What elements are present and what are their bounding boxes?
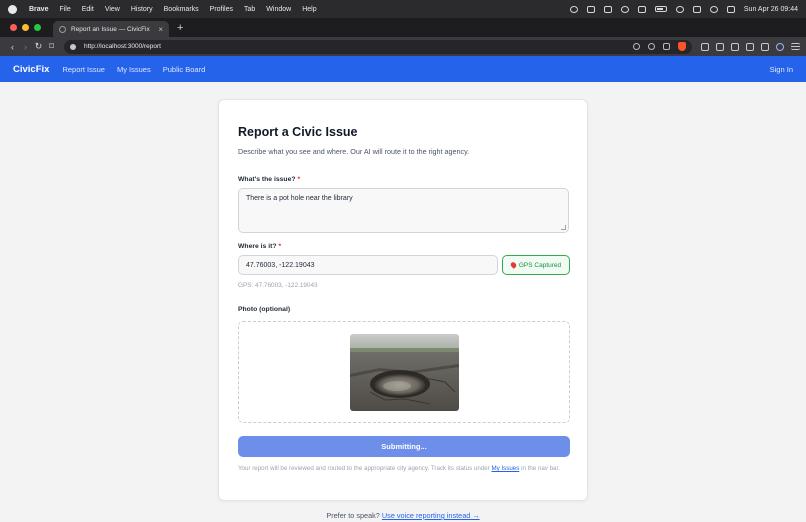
- site-info-icon[interactable]: [70, 43, 76, 50]
- wallet-icon[interactable]: [731, 42, 739, 51]
- sidebar-icon[interactable]: [761, 42, 769, 51]
- menu-bookmarks[interactable]: Bookmarks: [164, 6, 199, 13]
- search-icon[interactable]: [709, 5, 718, 13]
- required-mark: *: [278, 243, 282, 250]
- address-bar[interactable]: http://localhost:3000/report: [64, 39, 692, 54]
- menu-view[interactable]: View: [105, 6, 120, 13]
- brave-shield-icon[interactable]: [678, 42, 686, 51]
- minimize-window-button[interactable]: [22, 24, 29, 31]
- location-input-value: 47.76003, -122.19043: [246, 261, 315, 269]
- status-icons: Sun Apr 26 09:44: [569, 5, 798, 13]
- menu-history[interactable]: History: [131, 6, 153, 13]
- brand-logo[interactable]: CivicFix: [13, 64, 49, 75]
- pothole-photo-image: [350, 334, 459, 411]
- url-text[interactable]: http://localhost:3000/report: [84, 43, 625, 50]
- app-nav-bar: CivicFix Report Issue My Issues Public B…: [0, 56, 806, 82]
- battery-icon[interactable]: [654, 6, 667, 12]
- tab-title: Report an Issue — CivicFix: [71, 25, 150, 33]
- menu-clock[interactable]: Sun Apr 26 09:44: [744, 6, 798, 13]
- issue-textarea[interactable]: There is a pot hole near the library: [238, 188, 569, 233]
- control-center-icon[interactable]: [726, 5, 735, 13]
- sign-in-link[interactable]: Sign In: [770, 65, 793, 74]
- location-label: Where is it? *: [238, 243, 281, 250]
- voice-prompt: Prefer to speak?: [326, 511, 380, 520]
- nav-public-board[interactable]: Public Board: [163, 65, 206, 74]
- toolbar-icons: [701, 42, 800, 51]
- footnote-text-after: in the nav bar.: [519, 465, 560, 472]
- browser-tab-active[interactable]: Report an Issue — CivicFix ×: [53, 21, 169, 37]
- leo-icon[interactable]: [776, 42, 784, 51]
- voice-reporting-row: Prefer to speak? Use voice reporting ins…: [0, 511, 806, 520]
- creative-cloud-icon[interactable]: [569, 5, 578, 13]
- new-tab-button[interactable]: +: [177, 22, 183, 34]
- page-subtitle: Describe what you see and where. Our AI …: [238, 147, 470, 156]
- page-title: Report a Civic Issue: [238, 125, 358, 139]
- issue-textarea-value: There is a pot hole near the library: [246, 195, 353, 202]
- browser-tab-strip: Report an Issue — CivicFix × +: [0, 18, 806, 37]
- close-window-button[interactable]: [10, 24, 17, 31]
- bookmark-icon[interactable]: ⌑: [45, 41, 58, 52]
- submit-footnote: Your report will be reviewed and routed …: [238, 464, 570, 473]
- pothole-photo: [350, 334, 459, 411]
- menu-tab[interactable]: Tab: [244, 6, 255, 13]
- close-tab-icon[interactable]: ×: [158, 25, 163, 34]
- macos-menu-bar: Brave File Edit View History Bookmarks P…: [0, 0, 806, 18]
- zoom-icon[interactable]: [648, 43, 655, 50]
- menu-app-name[interactable]: Brave: [29, 6, 48, 13]
- submit-button[interactable]: Submitting...: [238, 436, 570, 457]
- report-form-card: Report a Civic Issue Describe what you s…: [218, 99, 588, 501]
- gps-capture-button[interactable]: GPS Captured: [502, 255, 570, 275]
- location-input[interactable]: 47.76003, -122.19043: [238, 255, 498, 275]
- document-icon[interactable]: [603, 5, 612, 13]
- menu-icon[interactable]: [791, 43, 800, 50]
- apple-icon[interactable]: [8, 4, 17, 14]
- resize-handle-icon[interactable]: [561, 225, 566, 230]
- bluetooth-icon[interactable]: [692, 5, 701, 13]
- footnote-text-before: Your report will be reviewed and routed …: [238, 465, 492, 472]
- user-icon[interactable]: [620, 5, 629, 13]
- location-label-text: Where is it?: [238, 243, 277, 250]
- location-icon[interactable]: [633, 43, 640, 50]
- footnote-my-issues-link[interactable]: My Issues: [491, 465, 519, 472]
- zoom-window-button[interactable]: [34, 24, 41, 31]
- required-mark: *: [297, 176, 301, 183]
- menu-profiles[interactable]: Profiles: [210, 6, 233, 13]
- nav-my-issues[interactable]: My Issues: [117, 65, 151, 74]
- gps-readout: GPS: 47.76003, -122.19043: [238, 282, 318, 289]
- menu-edit[interactable]: Edit: [82, 6, 94, 13]
- globe-icon: [59, 25, 66, 33]
- issue-label: What's the issue? *: [238, 176, 300, 183]
- reload-icon[interactable]: ↻: [32, 41, 45, 52]
- photo-label: Photo (optional): [238, 306, 291, 313]
- forward-arrow-icon[interactable]: ›: [19, 42, 32, 52]
- window-controls: [10, 24, 41, 31]
- clipboard-icon[interactable]: [586, 5, 595, 13]
- map-pin-icon: [509, 261, 518, 269]
- back-arrow-icon[interactable]: ‹: [6, 42, 19, 52]
- wifi-icon[interactable]: [675, 5, 684, 13]
- key-icon[interactable]: [716, 42, 724, 51]
- photo-dropzone[interactable]: [238, 321, 570, 423]
- nav-report-issue[interactable]: Report Issue: [62, 65, 105, 74]
- issue-label-text: What's the issue?: [238, 176, 296, 183]
- display-icon[interactable]: [637, 5, 646, 13]
- share-icon[interactable]: [663, 43, 670, 50]
- voice-reporting-link[interactable]: Use voice reporting instead →: [382, 511, 480, 520]
- extensions-icon[interactable]: [701, 42, 709, 51]
- reader-icon[interactable]: [746, 42, 754, 51]
- menu-file[interactable]: File: [59, 6, 70, 13]
- menu-help[interactable]: Help: [302, 6, 316, 13]
- menu-window[interactable]: Window: [266, 6, 291, 13]
- browser-toolbar: ‹ › ↻ ⌑ http://localhost:3000/report: [0, 37, 806, 56]
- gps-button-label: GPS Captured: [518, 261, 562, 269]
